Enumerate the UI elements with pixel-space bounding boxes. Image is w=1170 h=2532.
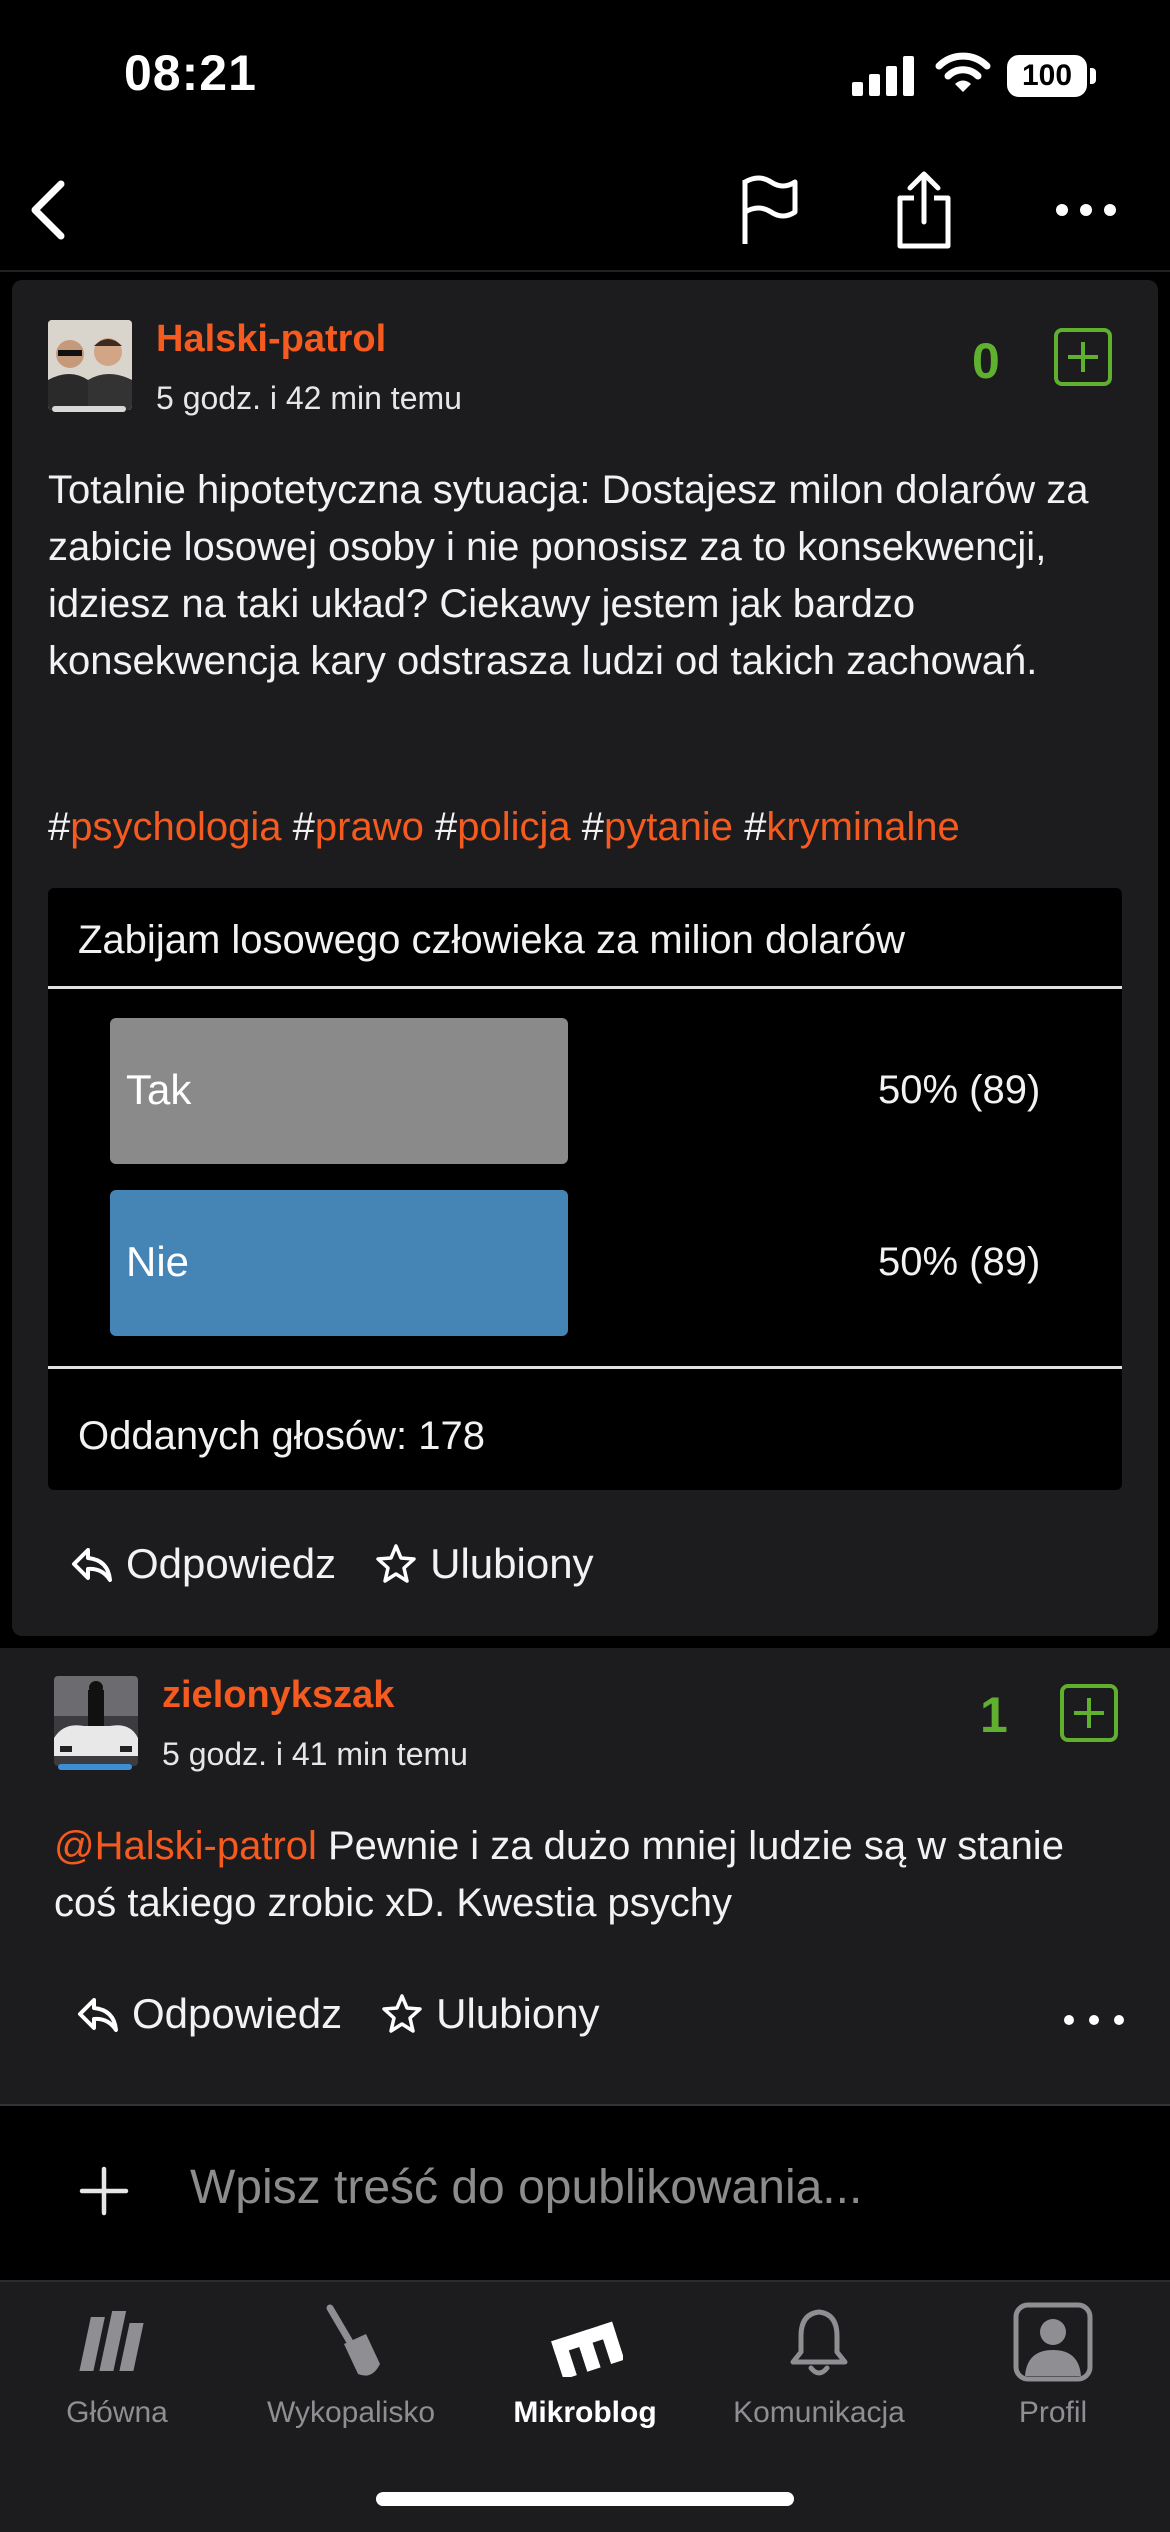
more-horizontal-icon[interactable] [1046, 170, 1126, 250]
tab-label: Komunikacja [733, 2396, 905, 2429]
tag-link[interactable]: #policja [435, 805, 571, 849]
reply-button[interactable]: Odpowiedz [76, 1990, 342, 2038]
tab-label: Główna [66, 2396, 168, 2429]
favorite-label: Ulubiony [436, 1990, 600, 2037]
poll-total-votes: Oddanych głosów: 178 [78, 1414, 485, 1458]
poll-question: Zabijam losowego człowieka za milion dol… [78, 918, 906, 962]
post-text: Totalnie hipotetyczna sytuacja: Dostajes… [48, 468, 1089, 683]
comment-text: @Halski-patrol Pewnie i za dużo mniej lu… [54, 1818, 1124, 1932]
avatar[interactable] [54, 1676, 138, 1766]
comment-time: 5 godz. i 41 min temu [162, 1736, 468, 1772]
reply-label: Odpowiedz [132, 1990, 343, 2037]
poll-option-label: Nie [126, 1238, 190, 1285]
flag-icon[interactable] [730, 170, 810, 250]
mention-link[interactable]: @Halski-patrol [54, 1824, 317, 1868]
tab-label: Profil [1018, 2396, 1088, 2429]
vote-plus-button[interactable] [1060, 1684, 1118, 1742]
home-logo-icon [77, 2302, 157, 2382]
avatar-color-bar [52, 406, 126, 412]
bell-icon [779, 2302, 859, 2382]
favorite-button[interactable]: Ulubiony [380, 1990, 600, 2038]
status-time: 08:21 [124, 45, 257, 101]
post-actions: Odpowiedz Ulubiony [70, 1540, 632, 1588]
plus-icon[interactable] [76, 2163, 132, 2219]
post-card: Halski-patrol 5 godz. i 42 min temu 0 To… [12, 280, 1158, 1636]
battery-icon: 100 [1007, 55, 1087, 97]
tag-link[interactable]: #kryminalne [744, 805, 960, 849]
vote-count: 1 [980, 1687, 1008, 1743]
more-horizontal-icon[interactable] [1064, 2010, 1124, 2030]
tab-glowna[interactable]: Główna [0, 2302, 234, 2452]
tab-label: Wykopalisko [266, 2396, 436, 2429]
favorite-label: Ulubiony [430, 1540, 594, 1587]
author-name[interactable]: Halski-patrol [156, 318, 386, 361]
author-name[interactable]: zielonykszak [162, 1674, 394, 1717]
poll-option-result: 50% (89) [878, 1240, 1041, 1284]
top-navigation-bar [0, 150, 1170, 272]
tab-profil[interactable]: Profil [936, 2302, 1170, 2452]
signal-icon [852, 56, 914, 96]
comment-actions: Odpowiedz Ulubiony [76, 1990, 638, 2038]
reply-icon [72, 1548, 112, 1582]
comment-card: zielonykszak 5 godz. i 41 min temu 1 @Ha… [0, 1648, 1170, 2106]
vote-count: 0 [972, 333, 1000, 389]
tab-komunikacja[interactable]: Komunikacja [702, 2302, 936, 2452]
star-icon [382, 1994, 422, 2033]
home-indicator [376, 2492, 794, 2506]
favorite-button[interactable]: Ulubiony [374, 1540, 594, 1588]
avatar[interactable] [48, 320, 132, 410]
share-icon[interactable] [884, 170, 964, 250]
tag-link[interactable]: #prawo [293, 805, 424, 849]
tag-link[interactable]: #psychologia [48, 805, 282, 849]
reply-button[interactable]: Odpowiedz [70, 1540, 336, 1588]
poll-divider [48, 1366, 1122, 1369]
tag-link[interactable]: #pytanie [582, 805, 733, 849]
shovel-icon [311, 2302, 391, 2382]
tab-wykopalisko[interactable]: Wykopalisko [234, 2302, 468, 2452]
mikroblog-logo-icon [545, 2302, 625, 2382]
vote-plus-button[interactable] [1054, 328, 1112, 386]
tab-mikroblog[interactable]: Mikroblog [468, 2302, 702, 2452]
reply-icon [78, 1998, 118, 2032]
battery-level: 100 [1021, 59, 1073, 92]
wifi-icon [935, 52, 991, 92]
profile-icon [1013, 2302, 1093, 2382]
reply-label: Odpowiedz [126, 1540, 337, 1587]
chevron-left-icon[interactable] [8, 170, 88, 250]
poll-option-bar[interactable]: Tak [110, 1018, 568, 1164]
battery-tip [1090, 68, 1096, 84]
composer: Wpisz treść do opublikowania... [0, 2108, 1170, 2278]
composer-input[interactable]: Wpisz treść do opublikowania... [190, 2160, 862, 2215]
avatar-color-bar [58, 1764, 132, 1770]
tab-label: Mikroblog [513, 2396, 657, 2429]
poll-divider [48, 986, 1122, 989]
post-time: 5 godz. i 42 min temu [156, 380, 462, 416]
tag-list: #psychologia #prawo #policja #pytanie #k… [48, 805, 960, 850]
poll-option-result: 50% (89) [878, 1068, 1041, 1112]
star-icon [376, 1544, 416, 1583]
poll-option-bar[interactable]: Nie [110, 1190, 568, 1336]
status-bar: 08:21 100 [0, 0, 1170, 150]
poll-option-label: Tak [126, 1066, 192, 1113]
poll: Zabijam losowego człowieka za milion dol… [48, 888, 1122, 1490]
